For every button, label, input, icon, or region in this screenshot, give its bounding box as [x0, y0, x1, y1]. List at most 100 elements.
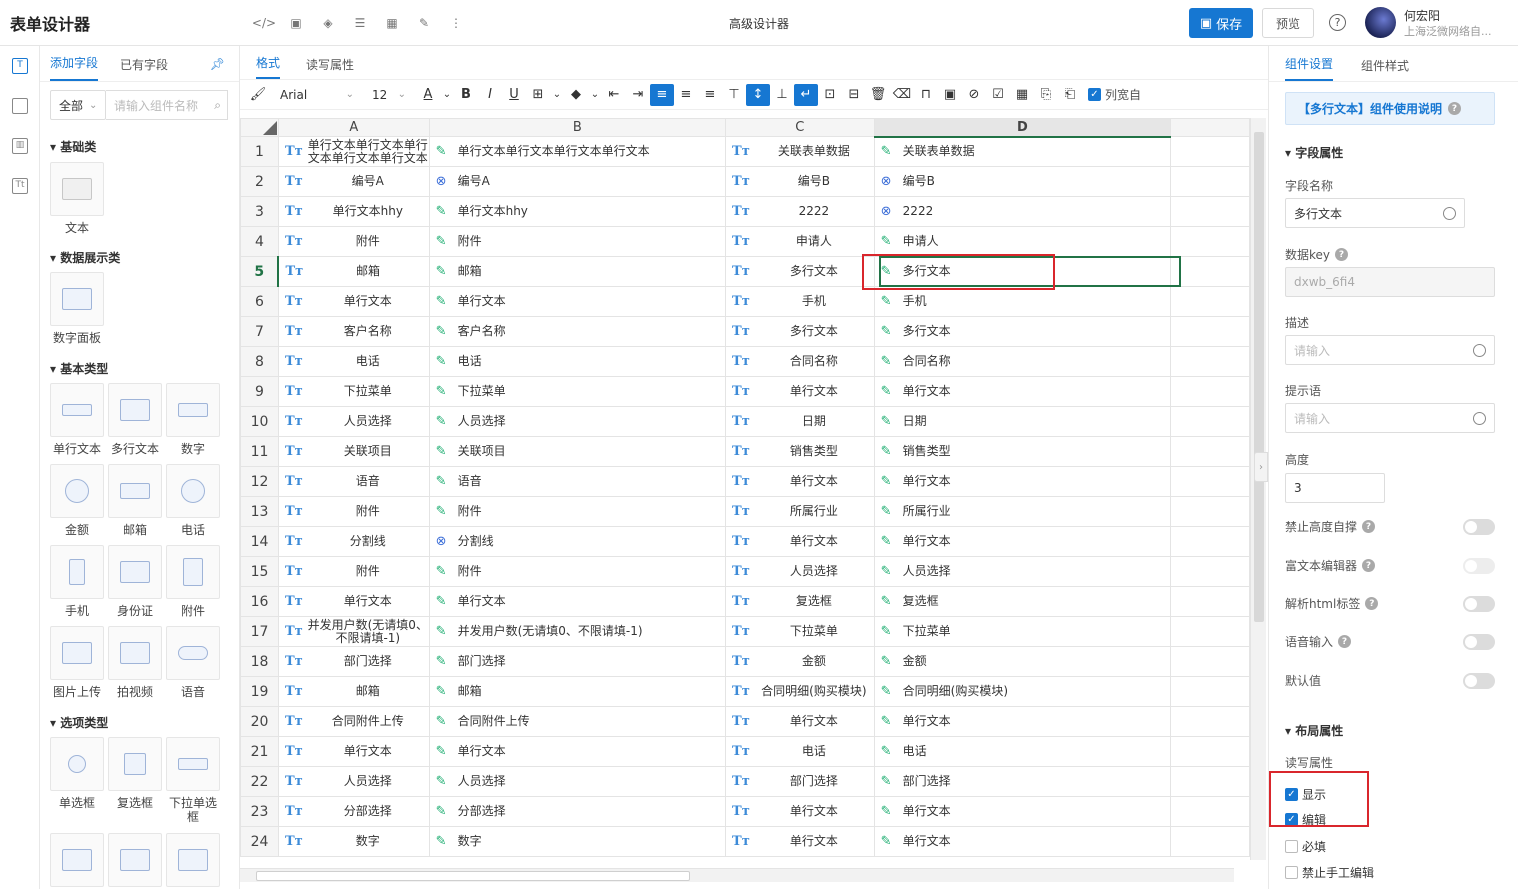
cell-d[interactable]: ✎ 合同名称	[873, 346, 1172, 377]
cell-d[interactable]: ✎ 多行文本	[873, 256, 1172, 287]
indent-decrease-icon[interactable]: ⇤	[602, 84, 626, 106]
cell-e[interactable]	[1170, 586, 1250, 617]
cell-c[interactable]: Tт 金额	[725, 646, 875, 677]
field-name-input[interactable]: 多行文本	[1285, 198, 1465, 228]
row-header[interactable]: 24	[240, 826, 279, 857]
cell-a[interactable]: Tт 单行文本hhy	[277, 196, 430, 227]
row-header[interactable]: 9	[240, 376, 279, 407]
valign-bottom-icon[interactable]: ⊥	[770, 84, 794, 106]
row-header[interactable]: 3	[240, 196, 279, 227]
required-checkbox-row[interactable]: 必填	[1285, 838, 1326, 855]
cell-e[interactable]	[1170, 496, 1250, 527]
cell-e[interactable]	[1170, 616, 1250, 647]
cell-e[interactable]	[1170, 466, 1250, 497]
cell-a[interactable]: Tт 人员选择	[277, 766, 430, 797]
cell-c[interactable]: Tт 单行文本	[725, 466, 875, 497]
tab-existing-field[interactable]: 已有字段	[120, 56, 168, 81]
cell-e[interactable]	[1170, 256, 1250, 287]
globe-icon[interactable]	[1443, 206, 1456, 220]
chevron-down-icon[interactable]: ⌄	[588, 84, 602, 106]
cell-e[interactable]	[1170, 646, 1250, 677]
cell-b[interactable]: ✎ 人员选择	[428, 406, 727, 437]
row-header[interactable]: 2	[240, 166, 279, 197]
row-header[interactable]: 21	[240, 736, 279, 767]
stamp-icon[interactable]: ⊓	[914, 84, 938, 106]
cell-e[interactable]	[1170, 406, 1250, 437]
field-amount[interactable]	[50, 464, 104, 518]
underline-icon[interactable]: U	[502, 84, 526, 106]
horizontal-scroll-thumb[interactable]	[256, 871, 690, 881]
cell-d[interactable]: ✎ 单行文本	[873, 796, 1172, 827]
cell-c[interactable]: Tт 申请人	[725, 226, 875, 257]
cell-c[interactable]: Tт 人员选择	[725, 556, 875, 587]
field-single-text[interactable]	[50, 383, 104, 437]
cell-b[interactable]: ✎ 附件	[428, 556, 727, 587]
cell-b[interactable]: ✎ 人员选择	[428, 766, 727, 797]
cell-c[interactable]: Tт 部门选择	[725, 766, 875, 797]
field-image-select[interactable]	[166, 833, 220, 887]
cell-b[interactable]: ✎ 数字	[428, 826, 727, 857]
no-entry-icon[interactable]: ⊘	[962, 84, 986, 106]
cell-c[interactable]: Tт 2222	[725, 196, 875, 227]
cell-c[interactable]: Tт 复选框	[725, 586, 875, 617]
cell-d[interactable]: ✎ 复选框	[873, 586, 1172, 617]
cell-e[interactable]	[1170, 826, 1250, 857]
cell-e[interactable]	[1170, 286, 1250, 317]
field-email[interactable]	[108, 464, 162, 518]
cell-b[interactable]: ✎ 部门选择	[428, 646, 727, 677]
cell-d[interactable]: ✎ 多行文本	[873, 316, 1172, 347]
cell-e[interactable]	[1170, 706, 1250, 737]
tab-rw-attrs[interactable]: 读写属性	[306, 56, 354, 79]
cell-b[interactable]: ✎ 客户名称	[428, 316, 727, 347]
globe-icon[interactable]	[1473, 411, 1486, 425]
bold-icon[interactable]: B	[454, 84, 478, 106]
cell-d[interactable]: ⊗ 2222	[873, 196, 1172, 227]
column-header-c[interactable]: C	[725, 118, 875, 137]
row-header[interactable]: 18	[240, 646, 279, 677]
cell-b[interactable]: ✎ 语音	[428, 466, 727, 497]
cell-b[interactable]: ✎ 并发用户数(无请填0、不限请填-1)	[428, 616, 727, 647]
cell-b[interactable]: ✎ 电话	[428, 346, 727, 377]
cell-d[interactable]: ✎ 销售类型	[873, 436, 1172, 467]
row-header[interactable]: 20	[240, 706, 279, 737]
cell-c[interactable]: Tт 合同名称	[725, 346, 875, 377]
row-header[interactable]: 15	[240, 556, 279, 587]
row-header[interactable]: 10	[240, 406, 279, 437]
cell-e[interactable]	[1170, 676, 1250, 707]
cell-c[interactable]: Tт 合同明细(购买模块)	[725, 676, 875, 707]
row-header[interactable]: 12	[240, 466, 279, 497]
rail-text[interactable]: Tt	[0, 166, 40, 206]
cell-e[interactable]	[1170, 346, 1250, 377]
field-image-upload[interactable]	[50, 626, 104, 680]
cell-a[interactable]: Tт 人员选择	[277, 406, 430, 437]
cell-b[interactable]: ✎ 邮箱	[428, 256, 727, 287]
cell-c[interactable]: Tт 单行文本	[725, 826, 875, 857]
cell-b[interactable]: ⊗ 分割线	[428, 526, 727, 557]
font-family-select[interactable]: Arial ⌄	[270, 84, 360, 106]
cell-d[interactable]: ✎ 下拉菜单	[873, 616, 1172, 647]
layers-icon[interactable]: ◈	[312, 12, 344, 34]
cell-e[interactable]	[1170, 766, 1250, 797]
col-width-auto-toggle[interactable]: ✓ 列宽自	[1088, 86, 1141, 103]
field-number[interactable]	[166, 383, 220, 437]
rail-layout[interactable]	[0, 86, 40, 126]
italic-icon[interactable]: I	[478, 84, 502, 106]
cell-d[interactable]: ✎ 电话	[873, 736, 1172, 767]
globe-icon[interactable]	[1473, 343, 1486, 357]
cell-a[interactable]: Tт 编号A	[277, 166, 430, 197]
cell-b[interactable]: ✎ 附件	[428, 226, 727, 257]
cell-a[interactable]: Tт 单行文本单行文本单行文本单行文本单行文本	[277, 136, 430, 167]
category-select[interactable]: 全部 ⌄	[50, 90, 106, 120]
field-attachment[interactable]	[166, 545, 220, 599]
fill-color-icon[interactable]: ◆	[564, 84, 588, 106]
image-icon[interactable]: ▣	[280, 12, 312, 34]
doc-export-icon[interactable]: ⎘	[1034, 84, 1058, 106]
cell-b[interactable]: ✎ 单行文本hhy	[428, 196, 727, 227]
tab-format[interactable]: 格式	[256, 54, 281, 79]
cell-d[interactable]: ⊗ 编号B	[873, 166, 1172, 197]
align-center-icon[interactable]: ≡	[674, 84, 698, 106]
horizontal-scrollbar[interactable]	[240, 868, 1234, 882]
valign-middle-icon[interactable]: ↕	[746, 83, 770, 106]
cell-e[interactable]	[1170, 316, 1250, 347]
row-header[interactable]: 22	[240, 766, 279, 797]
